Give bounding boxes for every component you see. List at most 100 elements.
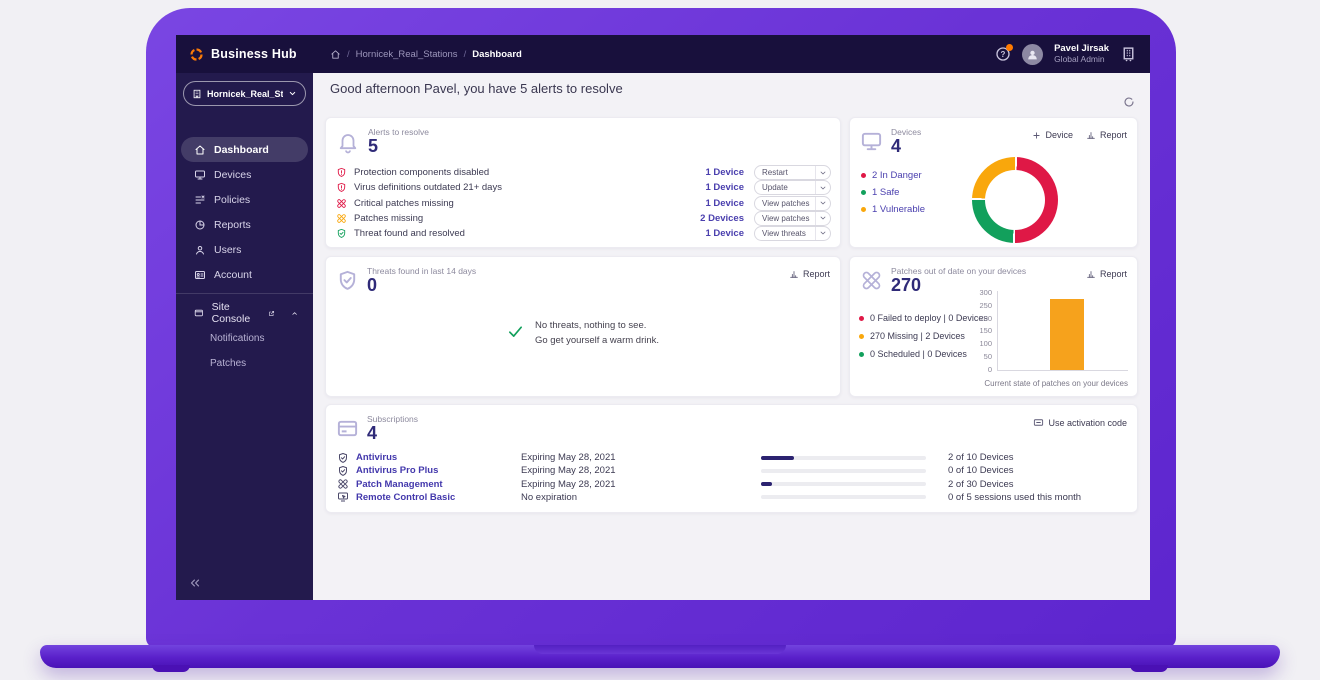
remote-control-icon	[337, 491, 349, 503]
sidebar-item-patches[interactable]: Patches	[176, 351, 313, 376]
devices-report-button[interactable]: Report	[1086, 130, 1127, 140]
legend-label: 0 Failed to deploy | 0 Devices	[870, 313, 988, 323]
sidebar-item-devices[interactable]: Devices	[181, 162, 308, 187]
card-title: Threats found in last 14 days	[367, 266, 476, 276]
brand[interactable]: Business Hub	[176, 47, 313, 62]
patches-report-button[interactable]: Report	[1086, 269, 1127, 279]
user-role: Global Admin	[1054, 55, 1109, 65]
collapse-icon	[188, 576, 202, 590]
alert-action-dropdown[interactable]: View threats	[754, 226, 831, 241]
subscription-row: Antivirus Expiring May 28, 2021 2 of 10 …	[337, 451, 1126, 464]
alert-action-dropdown[interactable]: Update	[754, 180, 831, 195]
patch-icon	[337, 478, 349, 490]
patches-bar-chart[interactable]: 300250200150100500	[972, 291, 1128, 371]
refresh-button[interactable]	[1122, 95, 1136, 109]
y-tick-label: 150	[979, 326, 992, 335]
avatar[interactable]	[1022, 44, 1043, 65]
sidebar-nav: Dashboard Devices Policies Reports Users…	[176, 137, 313, 376]
alert-action-label: Update	[755, 183, 815, 192]
report-label: Report	[803, 269, 830, 279]
patch-icon	[336, 198, 347, 209]
chevron-down-icon[interactable]	[815, 197, 830, 210]
alert-row: Virus definitions outdated 21+ days 1 De…	[336, 180, 831, 195]
laptop-notch	[534, 645, 786, 654]
sidebar-item-notifications[interactable]: Notifications	[176, 326, 313, 351]
subscription-name-link[interactable]: Patch Management	[356, 479, 521, 490]
legend-dot	[861, 173, 866, 178]
sidebar-item-reports[interactable]: Reports	[181, 212, 308, 237]
breadcrumb-site[interactable]: Hornicek_Real_Stations	[356, 49, 458, 60]
chevron-up-icon[interactable]	[291, 309, 298, 318]
subscriptions-card-actions: Use activation code	[1033, 417, 1127, 428]
alert-action-dropdown[interactable]: View patches	[754, 211, 831, 226]
sidebar-item-dashboard[interactable]: Dashboard	[181, 137, 308, 162]
shield-check-icon	[337, 465, 349, 477]
alert-label: Protection components disabled	[354, 167, 688, 178]
alert-label: Threat found and resolved	[354, 228, 688, 239]
alert-action-dropdown[interactable]: Restart	[754, 165, 831, 180]
sidebar-item-label: Patches	[210, 358, 246, 369]
person-icon	[1026, 48, 1039, 61]
alert-row: Protection components disabled 1 Device …	[336, 165, 831, 180]
alert-device-count-link[interactable]: 1 Device	[688, 182, 744, 193]
brand-name: Business Hub	[211, 47, 297, 61]
subscription-name-link[interactable]: Remote Control Basic	[356, 492, 521, 503]
add-device-button[interactable]: Device	[1032, 130, 1073, 140]
sidebar-item-account[interactable]: Account	[181, 262, 308, 287]
legend-dot	[859, 316, 864, 321]
legend-dot	[859, 334, 864, 339]
patches-y-axis: 300250200150100500	[972, 288, 992, 374]
collapse-sidebar-button[interactable]	[188, 576, 202, 590]
subscriptions-card-header: Subscriptions 4	[336, 414, 418, 443]
home-icon[interactable]	[330, 49, 341, 60]
alert-action-label: View patches	[755, 199, 815, 208]
chevron-down-icon[interactable]	[815, 227, 830, 240]
chevron-down-icon[interactable]	[815, 181, 830, 194]
devices-donut-chart[interactable]	[972, 157, 1058, 243]
shield-check-icon	[336, 269, 359, 292]
sidebar-item-policies[interactable]: Policies	[181, 187, 308, 212]
legend-dot	[861, 190, 866, 195]
site-selector-value: Hornicek_Real_Statio...	[207, 89, 283, 99]
use-activation-code-button[interactable]: Use activation code	[1033, 417, 1127, 428]
legend-item: 270 Missing | 2 Devices	[859, 331, 988, 341]
legend-item[interactable]: 1 Vulnerable	[861, 204, 925, 215]
chevron-down-icon[interactable]	[815, 166, 830, 179]
alert-device-count-link[interactable]: 1 Device	[688, 228, 744, 239]
sidebar-item-site-console[interactable]: Site Console	[181, 300, 308, 326]
activation-label: Use activation code	[1048, 418, 1127, 428]
site-selector[interactable]: Hornicek_Real_Statio...	[183, 81, 306, 106]
subscription-usage: 0 of 10 Devices	[948, 465, 1126, 476]
threats-report-button[interactable]: Report	[789, 269, 830, 279]
sidebar-item-label: Account	[214, 269, 252, 281]
bar-chart-icon	[789, 269, 799, 279]
org-switcher-button[interactable]	[1120, 46, 1137, 63]
user-info[interactable]: Pavel Jirsak Global Admin	[1054, 44, 1109, 65]
subscription-usage: 0 of 5 sessions used this month	[948, 492, 1126, 503]
subscription-row: Antivirus Pro Plus Expiring May 28, 2021…	[337, 464, 1126, 477]
alert-device-count-link[interactable]: 1 Device	[688, 167, 744, 178]
building-grid-icon	[1120, 46, 1137, 63]
alert-device-count-link[interactable]: 2 Devices	[688, 213, 744, 224]
subscription-row: Patch Management Expiring May 28, 2021 2…	[337, 478, 1126, 491]
devices-count: 4	[891, 137, 921, 156]
alert-device-count-link[interactable]: 1 Device	[688, 198, 744, 209]
activation-code-icon	[1033, 417, 1044, 428]
monitor-icon	[194, 169, 206, 181]
legend-item[interactable]: 2 In Danger	[861, 170, 925, 181]
threats-empty-text: No threats, nothing to see. Go get yours…	[535, 319, 659, 348]
greeting: Good afternoon Pavel, you have 5 alerts …	[330, 81, 623, 96]
laptop-base	[40, 645, 1280, 668]
chevron-down-icon[interactable]	[815, 212, 830, 225]
y-tick-label: 300	[979, 288, 992, 297]
subscription-name-link[interactable]: Antivirus	[356, 452, 521, 463]
alert-action-dropdown[interactable]: View patches	[754, 196, 831, 211]
subscription-progress-bar	[761, 456, 926, 460]
sidebar-item-users[interactable]: Users	[181, 237, 308, 262]
help-button[interactable]	[995, 46, 1011, 62]
external-link-icon	[268, 309, 275, 318]
alert-row: Critical patches missing 1 Device View p…	[336, 195, 831, 210]
alert-label: Patches missing	[354, 213, 688, 224]
subscription-name-link[interactable]: Antivirus Pro Plus	[356, 465, 521, 476]
legend-item[interactable]: 1 Safe	[861, 187, 925, 198]
